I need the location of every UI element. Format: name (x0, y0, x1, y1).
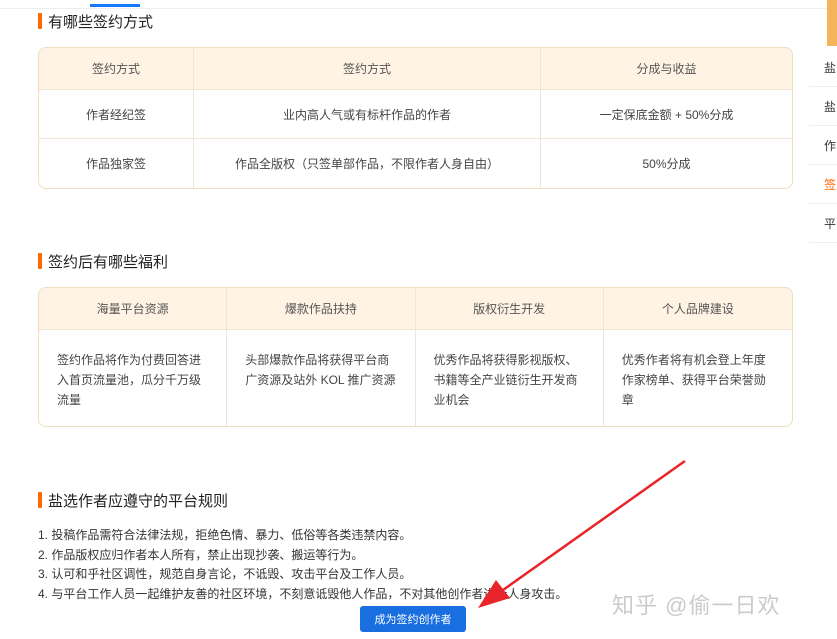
arrow-shaft (502, 459, 686, 592)
red-arrow-annotation (478, 459, 686, 608)
side-menu-item-label: 平 (824, 216, 837, 231)
page: 有哪些签约方式 签约方式 签约方式 分成与收益 作者经纪签 业内高人气或有标杆作… (0, 0, 837, 639)
arrow-head (478, 580, 510, 608)
side-menu-item[interactable]: 平 (809, 204, 837, 243)
side-menu-item[interactable]: 盐 (809, 87, 837, 126)
side-menu-item-label: 签 (824, 177, 837, 192)
side-menu-item-active[interactable]: 签 (809, 165, 837, 204)
side-menu-item-label: 盐 (824, 99, 837, 114)
side-menu-item-label: 盐 (824, 60, 837, 75)
side-menu-item[interactable]: 作 (809, 126, 837, 165)
side-menu-item[interactable]: 盐 (809, 48, 837, 87)
side-menu: 盐 盐 作 签 平 (809, 48, 837, 243)
side-menu-item-label: 作 (824, 138, 837, 153)
